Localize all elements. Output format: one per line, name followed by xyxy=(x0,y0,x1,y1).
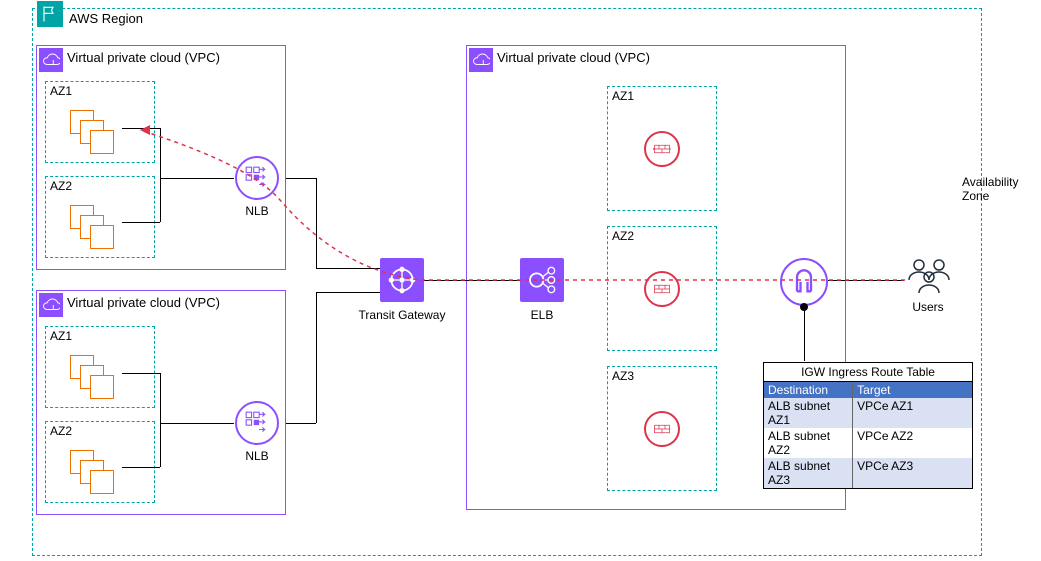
vpc1-az2-label: AZ2 xyxy=(50,179,72,193)
table-row: ALB subnet AZ2 VPCe AZ2 xyxy=(764,428,972,458)
connector-line xyxy=(316,178,317,268)
vpc1-az1-label: AZ1 xyxy=(50,84,72,98)
route-table-title: IGW Ingress Route Table xyxy=(764,363,972,382)
connector-line xyxy=(316,268,380,269)
users-icon xyxy=(905,255,953,298)
nlb-icon xyxy=(235,156,279,200)
vpc1-az1: AZ1 xyxy=(45,81,155,163)
connector-line xyxy=(160,178,234,179)
vpc-title-2: Virtual private cloud (VPC) xyxy=(67,295,220,310)
users-label: Users xyxy=(878,300,978,314)
nlb-icon xyxy=(235,401,279,445)
elb-icon xyxy=(520,258,564,302)
vpc3-az3-label: AZ3 xyxy=(612,369,634,383)
transit-gateway-label: Transit Gateway xyxy=(352,308,452,322)
vpc-icon xyxy=(469,48,493,72)
vpc2-az2-label: AZ2 xyxy=(50,424,72,438)
connector-line xyxy=(286,423,316,424)
vpc3-az1-label: AZ1 xyxy=(612,89,634,103)
connector-line xyxy=(316,292,380,293)
connector-line xyxy=(122,222,160,223)
connector-line xyxy=(424,280,520,281)
connector-line xyxy=(122,128,160,129)
vpc3-az2: AZ2 xyxy=(607,226,717,351)
vpc-title-3: Virtual private cloud (VPC) xyxy=(497,50,650,65)
region-title: AWS Region xyxy=(69,11,143,26)
connector-line xyxy=(160,128,161,222)
connector-line xyxy=(804,306,805,361)
transit-gateway-icon xyxy=(380,258,424,302)
vpc-box-2: Virtual private cloud (VPC) AZ1 AZ2 NLB xyxy=(36,290,286,515)
nlb-label-2: NLB xyxy=(207,449,307,463)
nlb-label-1: NLB xyxy=(207,204,307,218)
connector-line xyxy=(828,280,904,281)
header-destination: Destination xyxy=(764,382,853,398)
connector-line xyxy=(160,373,161,467)
vpc-box-1: Virtual private cloud (VPC) AZ1 AZ2 NLB xyxy=(36,45,286,270)
firewall-icon xyxy=(644,131,680,167)
vpc3-az2-label: AZ2 xyxy=(612,229,634,243)
connector-line xyxy=(122,373,160,374)
firewall-icon xyxy=(644,271,680,307)
availability-zone-label: Availability Zone xyxy=(962,175,1041,203)
table-row: ALB subnet AZ1 VPCe AZ1 xyxy=(764,398,972,428)
firewall-icon xyxy=(644,411,680,447)
connector-line xyxy=(316,292,317,423)
vpc3-az3: AZ3 xyxy=(607,366,717,491)
connector-line xyxy=(160,423,234,424)
connector-line xyxy=(286,178,316,179)
route-table: IGW Ingress Route Table Destination Targ… xyxy=(763,362,973,489)
connector-line xyxy=(122,467,160,468)
header-target: Target xyxy=(853,382,972,398)
vpc1-az2: AZ2 xyxy=(45,176,155,258)
region-flag-icon xyxy=(37,1,63,27)
vpc-icon xyxy=(39,48,63,72)
vpc2-az2: AZ2 xyxy=(45,421,155,503)
vpc2-az1: AZ1 xyxy=(45,326,155,408)
vpc-icon xyxy=(39,293,63,317)
vpc3-az1: AZ1 xyxy=(607,86,717,211)
table-header-row: Destination Target xyxy=(764,382,972,398)
elb-label: ELB xyxy=(492,308,592,322)
igw-icon xyxy=(780,258,828,306)
table-row: ALB subnet AZ3 VPCe AZ3 xyxy=(764,458,972,488)
vpc-title-1: Virtual private cloud (VPC) xyxy=(67,50,220,65)
vpc2-az1-label: AZ1 xyxy=(50,329,72,343)
dot-icon xyxy=(800,303,808,311)
